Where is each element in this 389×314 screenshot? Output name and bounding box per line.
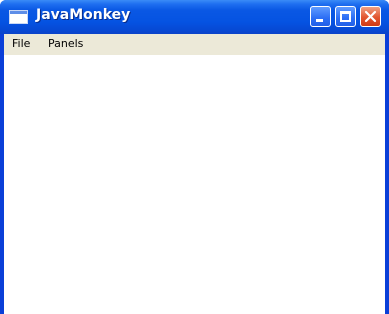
maximize-icon bbox=[340, 11, 351, 22]
title-bar[interactable]: JavaMonkey bbox=[0, 0, 389, 34]
close-icon bbox=[364, 10, 377, 23]
menu-panels[interactable]: Panels bbox=[48, 37, 83, 50]
minimize-button[interactable] bbox=[310, 6, 331, 27]
minimize-icon bbox=[316, 19, 323, 22]
window-title: JavaMonkey bbox=[36, 7, 131, 23]
app-window: JavaMonkey File Panels bbox=[0, 0, 389, 314]
menu-file[interactable]: File bbox=[12, 37, 30, 50]
menu-bar: File Panels bbox=[4, 34, 385, 55]
content-area[interactable] bbox=[4, 55, 385, 314]
close-button[interactable] bbox=[360, 6, 381, 27]
window-icon bbox=[9, 10, 28, 24]
maximize-button[interactable] bbox=[335, 6, 356, 27]
